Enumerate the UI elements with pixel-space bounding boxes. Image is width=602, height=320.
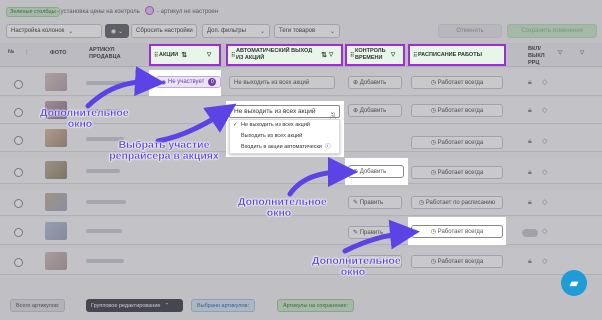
annotation-extra-window-3: Дополнительное окно <box>312 255 401 278</box>
arrow-to-add <box>287 157 358 197</box>
annotation-extra-window-2: Дополнительное окно <box>238 196 327 219</box>
arrow-to-actions <box>85 66 165 109</box>
annotation-extra-window-1: Дополнительное окно <box>40 107 129 130</box>
annotation-select-participation: Выбрать участие репрайсера в акциях <box>109 139 219 162</box>
chat-button[interactable]: ▰ <box>561 270 587 296</box>
chat-bubble-icon: ▰ <box>569 276 579 290</box>
annotation-arrows <box>85 66 420 254</box>
arrow-to-dropdown <box>155 103 237 144</box>
arrow-to-schedule <box>342 219 420 254</box>
